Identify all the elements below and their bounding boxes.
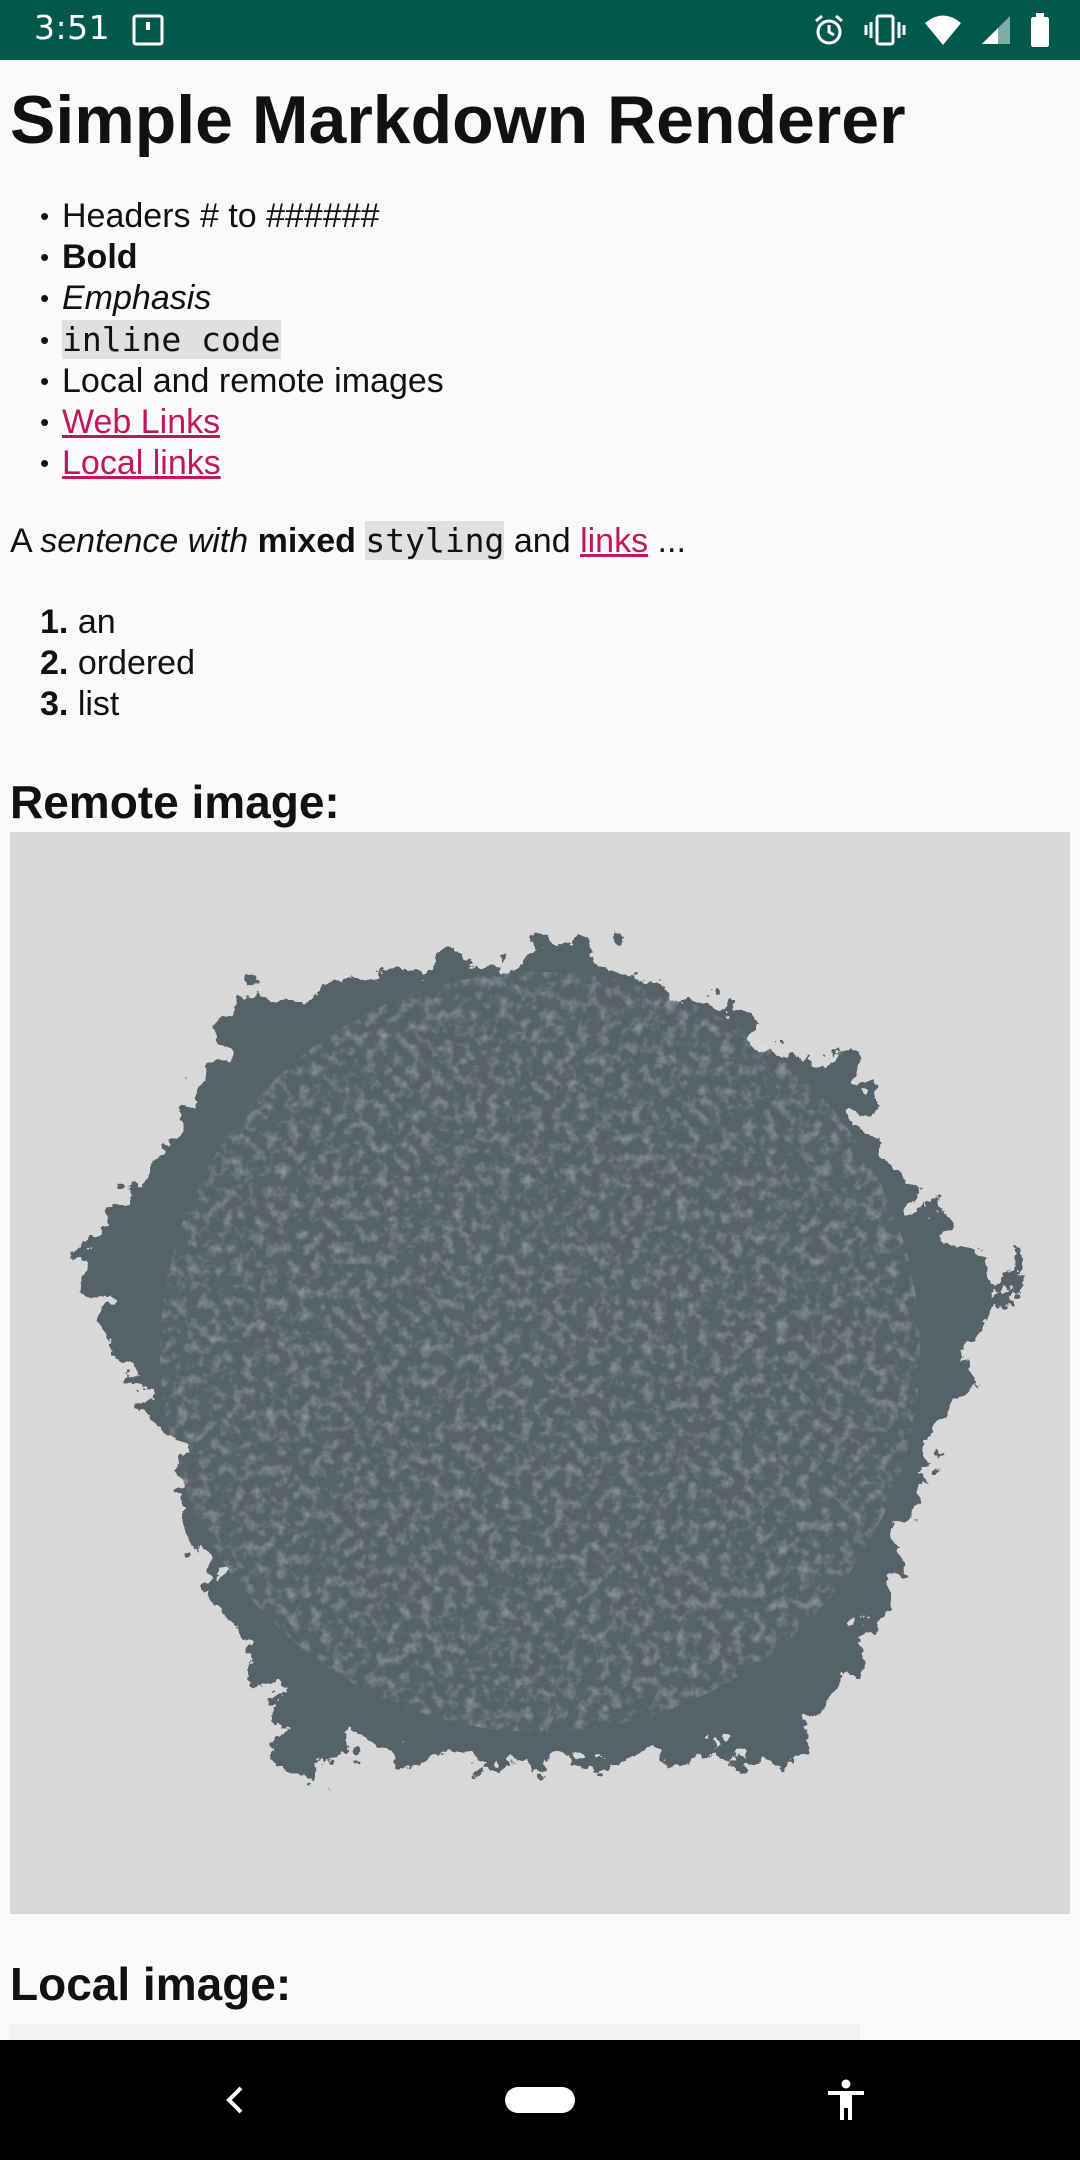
list-item: • Headers # to ###### — [40, 196, 444, 237]
sentence-bold: mixed — [257, 522, 356, 560]
bullet-list: • Headers # to ###### • Bold • Emphasis • in… — [40, 196, 444, 484]
list-item: 1. an — [40, 602, 195, 643]
home-pill-icon[interactable] — [505, 2087, 575, 2113]
list-item: • inline code — [40, 319, 444, 361]
list-item: • Local and remote images — [40, 361, 444, 402]
bullet-glyph: • — [40, 201, 50, 231]
bullet-text-headers: Headers # to ###### — [62, 197, 380, 235]
local-image — [10, 2024, 860, 2040]
mixed-sentence: A sentence with mixed styling and links … — [10, 520, 686, 562]
bullet-glyph: • — [40, 325, 50, 355]
list-item: 3. list — [40, 684, 195, 725]
remote-image-heading: Remote image: — [10, 776, 340, 828]
markdown-content[interactable]: Simple Markdown Renderer • Headers # to #… — [0, 60, 1080, 2040]
back-chevron-icon[interactable] — [215, 2080, 255, 2120]
ordered-list: 1. an 2. ordered 3. list — [40, 602, 195, 725]
accessibility-icon[interactable] — [824, 2078, 868, 2122]
sentence-link[interactable]: links — [580, 522, 648, 560]
page-title: Simple Markdown Renderer — [10, 82, 906, 158]
list-item: • Bold — [40, 237, 444, 278]
list-text: ordered — [77, 644, 196, 682]
bullet-text-images: Local and remote images — [62, 362, 444, 400]
navigation-bar — [0, 2040, 1080, 2160]
bullet-text-inline-code: inline code — [62, 320, 281, 359]
local-links-link[interactable]: Local links — [62, 444, 221, 482]
list-text: list — [77, 685, 120, 723]
bullet-glyph: • — [40, 242, 50, 272]
list-item: 2. ordered — [40, 643, 195, 684]
sentence-ellipsis: ... — [657, 522, 686, 560]
sentence-and: and — [513, 522, 571, 560]
list-item: • Local links — [40, 443, 444, 484]
list-number: 2. — [40, 644, 69, 682]
bullet-glyph: • — [40, 407, 50, 437]
battery-icon — [1031, 13, 1049, 47]
alarm-icon — [815, 14, 843, 45]
signal-icon — [982, 16, 1010, 44]
status-icons — [812, 12, 1050, 48]
sentence-code: styling — [365, 521, 505, 560]
local-image-heading: Local image: — [10, 1958, 292, 2010]
list-text: an — [77, 603, 116, 641]
status-time: 3:51 — [34, 8, 111, 47]
status-bar: 3:51 — [0, 0, 1080, 60]
bullet-glyph: • — [40, 448, 50, 478]
wifi-icon — [925, 15, 961, 45]
sd-card-icon — [132, 14, 164, 46]
list-item: • Emphasis — [40, 278, 444, 319]
bullet-text-bold: Bold — [62, 238, 138, 276]
bullet-glyph: • — [40, 366, 50, 396]
vibrate-icon — [864, 14, 906, 46]
bullet-glyph: • — [40, 283, 50, 313]
fractal-image — [78, 937, 1010, 1772]
list-item: • Web Links — [40, 402, 444, 443]
bullet-text-emphasis: Emphasis — [62, 279, 212, 317]
list-number: 3. — [40, 685, 69, 723]
sentence-italic: sentence with — [40, 522, 249, 560]
remote-image — [10, 832, 1070, 1914]
list-number: 1. — [40, 603, 69, 641]
sentence-a: A — [10, 522, 31, 560]
web-links-link[interactable]: Web Links — [62, 403, 220, 441]
